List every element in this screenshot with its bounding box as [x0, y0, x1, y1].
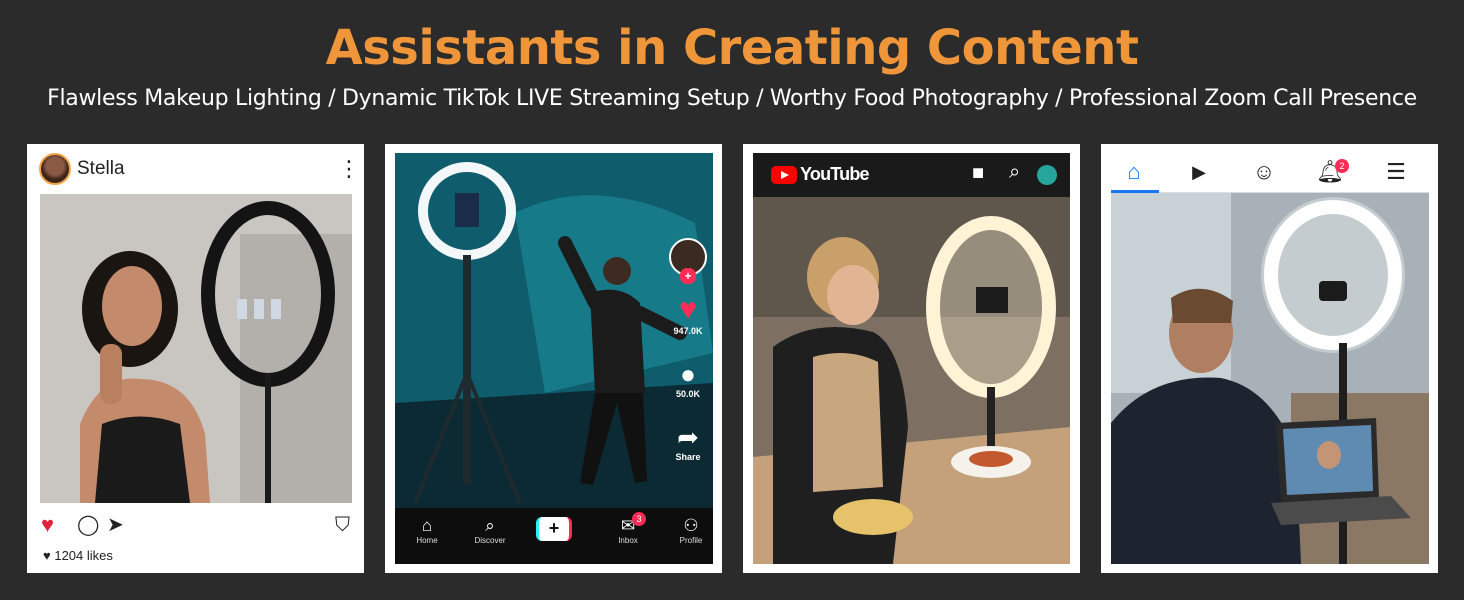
profile-icon: ⚇ [683, 516, 699, 535]
youtube-card: YouTube ■ ⌕ [743, 144, 1080, 573]
heart-icon: ♥ [679, 293, 697, 326]
post-header: Stella ⋮ [39, 152, 360, 186]
bookmark-icon[interactable]: ⛉ [335, 512, 350, 538]
inbox-badge: 3 [632, 512, 646, 526]
follow-plus-icon[interactable]: + [680, 268, 696, 284]
home-icon[interactable]: ⌂ [1114, 159, 1154, 185]
instagram-post-card: Stella ⋮ ♥ ◯ ➤ ⛉ ♥ 1204 likes [27, 144, 364, 573]
zoom-scene [1111, 193, 1429, 564]
comment-button[interactable]: ● 50.0K [666, 359, 710, 399]
avatar[interactable] [39, 153, 71, 185]
page-subtitle: Flawless Makeup Lighting / Dynamic TikTo… [47, 86, 1417, 111]
search-icon[interactable]: ⌕ [1009, 161, 1020, 184]
zoom-call-photo [1111, 193, 1429, 564]
like-button[interactable]: ♥ 947.0K [666, 293, 710, 337]
makeup-scene [40, 194, 352, 503]
share-button[interactable]: ➦ Share [666, 422, 710, 462]
nav-inbox[interactable]: ✉ Inbox 3 [598, 512, 658, 545]
youtube-logo-text[interactable]: YouTube [800, 164, 870, 185]
tiktok-card: + ♥ 947.0K ● 50.0K ➦ Share ⌂ Home ⌕ Disc… [385, 144, 722, 573]
likes-count: ♥ 1204 likes [43, 548, 113, 563]
comment-icon[interactable]: ◯ [77, 512, 99, 538]
create-plus-button[interactable]: + [536, 517, 572, 541]
camera-icon[interactable]: ■ [972, 162, 984, 185]
youtube-header: YouTube ■ ⌕ [753, 153, 1070, 197]
account-avatar-icon[interactable] [1037, 165, 1057, 185]
cooking-scene [753, 197, 1070, 564]
share-arrow-icon: ➦ [677, 422, 699, 452]
facebook-card: ⌂ ▶ ☺ 🔔︎ 2 ☰ [1101, 144, 1438, 573]
tiktok-bottom-nav: ⌂ Home ⌕ Discover + ✉ Inbox 3 ⚇ Profile [395, 508, 713, 564]
creator-avatar[interactable]: + [666, 238, 710, 284]
heart-icon[interactable]: ♥ [41, 512, 54, 538]
nav-home[interactable]: ⌂ Home [397, 516, 457, 545]
post-actions: ♥ ◯ ➤ ⛉ [41, 512, 350, 538]
comment-icon: ● [680, 359, 696, 389]
facebook-top-nav: ⌂ ▶ ☺ 🔔︎ 2 ☰ [1111, 153, 1429, 193]
page-title: Assistants in Creating Content [325, 20, 1139, 76]
search-icon: ⌕ [485, 516, 495, 535]
username[interactable]: Stella [77, 158, 338, 180]
nav-discover[interactable]: ⌕ Discover [460, 516, 520, 545]
share-icon[interactable]: ➤ [107, 512, 124, 538]
small-heart-icon: ♥ [43, 548, 51, 563]
video-icon[interactable]: ▶ [1179, 162, 1219, 183]
kebab-icon[interactable]: ⋮ [338, 158, 360, 180]
makeup-photo [40, 194, 352, 503]
inbox-icon: ✉ [620, 516, 636, 535]
groups-icon[interactable]: ☺ [1244, 159, 1284, 185]
notification-badge: 2 [1335, 159, 1349, 173]
cooking-photo [753, 197, 1070, 564]
nav-profile[interactable]: ⚇ Profile [661, 516, 721, 545]
menu-icon[interactable]: ☰ [1376, 159, 1416, 185]
home-icon: ⌂ [421, 516, 433, 535]
youtube-play-icon[interactable] [771, 166, 797, 184]
